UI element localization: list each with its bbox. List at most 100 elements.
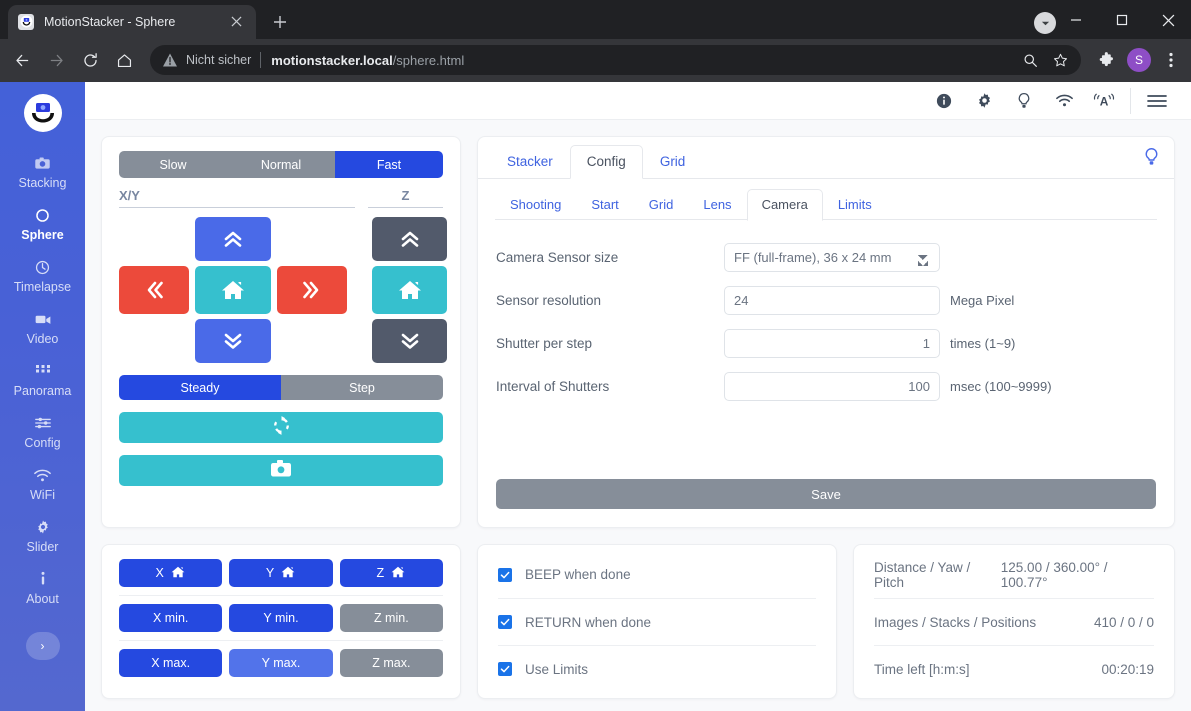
chevron-double-left-icon — [142, 279, 166, 301]
sensor-resolution-input[interactable] — [724, 286, 940, 315]
sidebar-item-panorama[interactable]: Panorama — [0, 354, 85, 406]
camera-settings-form: Camera Sensor size FF (full-frame), 36 x… — [478, 220, 1174, 479]
sidebar-item-label: Config — [0, 436, 85, 450]
jog-xy-down-button[interactable] — [195, 319, 271, 363]
info-icon[interactable] — [924, 82, 964, 120]
chevron-double-up-icon — [221, 228, 245, 250]
z-min-button[interactable]: Z min. — [340, 604, 443, 632]
interval-of-shutters-input[interactable] — [724, 372, 940, 401]
shutter-button[interactable] — [119, 455, 443, 486]
app-page: Stacking Sphere Timelapse Video — [0, 82, 1191, 711]
subtab-grid[interactable]: Grid — [634, 189, 689, 221]
tab-grid[interactable]: Grid — [643, 145, 703, 179]
mode-option-step[interactable]: Step — [281, 375, 443, 400]
status-row: Distance / Yaw / Pitch 125.00 / 360.00° … — [874, 551, 1154, 598]
access-point-icon[interactable]: A — [1084, 82, 1124, 120]
x-max-button[interactable]: X max. — [119, 649, 222, 677]
status-label: Images / Stacks / Positions — [874, 615, 1036, 630]
close-window-icon[interactable] — [1145, 0, 1191, 40]
jog-z-home-button[interactable] — [372, 266, 447, 314]
plus-icon[interactable] — [266, 8, 294, 36]
x-min-button[interactable]: X min. — [119, 604, 222, 632]
address-bar[interactable]: Nicht sicher motionstacker.local /sphere… — [150, 45, 1081, 75]
axis-home-card: X Y — [101, 544, 461, 699]
sidebar-item-stacking[interactable]: Stacking — [0, 146, 85, 198]
sidebar-item-video[interactable]: Video — [0, 302, 85, 354]
wifi-icon[interactable] — [1044, 82, 1084, 120]
refresh-button[interactable] — [119, 412, 443, 443]
browser-tab-title: MotionStacker - Sphere — [44, 15, 226, 29]
camera-icon — [270, 459, 292, 483]
home-icon[interactable] — [108, 44, 140, 76]
shutter-per-step-input[interactable] — [724, 329, 940, 358]
gear-icon[interactable] — [964, 82, 1004, 120]
sidebar-item-slider[interactable]: Slider — [0, 510, 85, 562]
home-icon — [280, 565, 296, 582]
jog-xy-right-button[interactable] — [277, 266, 347, 314]
sidebar-item-config[interactable]: Config — [0, 406, 85, 458]
save-button[interactable]: Save — [496, 479, 1156, 509]
y-max-button[interactable]: Y max. — [229, 649, 332, 677]
subtab-start[interactable]: Start — [576, 189, 633, 221]
reload-icon[interactable] — [74, 44, 106, 76]
mode-option-steady[interactable]: Steady — [119, 375, 281, 400]
sidebar-item-about[interactable]: About — [0, 562, 85, 614]
window-controls — [1053, 0, 1191, 40]
arrow-left-icon[interactable] — [6, 44, 38, 76]
jog-z-down-button[interactable] — [372, 319, 447, 363]
option-beep-when-done[interactable]: BEEP when done — [498, 551, 816, 598]
main-tab-bar: Stacker Config Grid — [478, 137, 1174, 179]
camera-sensor-size-select[interactable]: FF (full-frame), 36 x 24 mm — [724, 243, 940, 272]
avatar[interactable]: S — [1127, 48, 1151, 72]
sidebar-item-sphere[interactable]: Sphere — [0, 198, 85, 250]
sidebar-collapse-toggle[interactable]: › — [26, 632, 60, 660]
browser-menu-icon[interactable] — [1157, 45, 1185, 75]
z-home-button[interactable]: Z — [340, 559, 443, 587]
jog-z-up-button[interactable] — [372, 217, 447, 261]
tab-config[interactable]: Config — [570, 145, 643, 179]
jog-xy-home-button[interactable] — [195, 266, 271, 314]
minimize-icon[interactable] — [1053, 0, 1099, 40]
jog-xy-left-button[interactable] — [119, 266, 189, 314]
hamburger-icon[interactable] — [1137, 82, 1177, 120]
tab-stacker[interactable]: Stacker — [490, 145, 570, 179]
sidebar-item-timelapse[interactable]: Timelapse — [0, 250, 85, 302]
y-home-button[interactable]: Y — [229, 559, 332, 587]
bulb-icon[interactable] — [1004, 82, 1044, 120]
arrow-right-icon[interactable] — [40, 44, 72, 76]
browser-tab[interactable]: MotionStacker - Sphere — [8, 5, 256, 39]
subtab-lens[interactable]: Lens — [688, 189, 746, 221]
y-min-button[interactable]: Y min. — [229, 604, 332, 632]
status-value: 00:20:19 — [1101, 662, 1154, 677]
checkbox-checked-icon[interactable] — [498, 568, 512, 582]
sidebar-item-wifi[interactable]: WiFi — [0, 458, 85, 510]
divider — [260, 52, 261, 68]
close-icon[interactable] — [226, 12, 246, 32]
z-max-button[interactable]: Z max. — [340, 649, 443, 677]
checkbox-checked-icon[interactable] — [498, 615, 512, 629]
subtab-limits[interactable]: Limits — [823, 189, 887, 221]
subtab-shooting[interactable]: Shooting — [495, 189, 576, 221]
bookmark-star-icon[interactable] — [1047, 47, 1073, 73]
speed-option-slow[interactable]: Slow — [119, 151, 227, 178]
divider — [1130, 88, 1131, 114]
option-return-when-done[interactable]: RETURN when done — [498, 598, 816, 645]
speed-option-fast[interactable]: Fast — [335, 151, 443, 178]
clock-icon — [0, 257, 85, 277]
dashboard: Slow Normal Fast X/Y Z — [85, 120, 1191, 711]
x-home-button[interactable]: X — [119, 559, 222, 587]
extensions-puzzle-icon[interactable] — [1091, 45, 1121, 75]
motionstacker-logo — [24, 94, 62, 132]
search-icon[interactable] — [1017, 47, 1043, 73]
speed-option-normal[interactable]: Normal — [227, 151, 335, 178]
bulb-icon[interactable] — [1143, 147, 1160, 172]
option-use-limits[interactable]: Use Limits — [498, 645, 816, 692]
maximize-icon[interactable] — [1099, 0, 1145, 40]
speed-selector: Slow Normal Fast — [119, 151, 443, 178]
sidebar-item-label: About — [0, 592, 85, 606]
home-icon — [220, 278, 246, 302]
jog-xy-up-button[interactable] — [195, 217, 271, 261]
checkbox-checked-icon[interactable] — [498, 662, 512, 676]
jog-pad — [119, 217, 443, 363]
subtab-camera[interactable]: Camera — [747, 189, 823, 221]
